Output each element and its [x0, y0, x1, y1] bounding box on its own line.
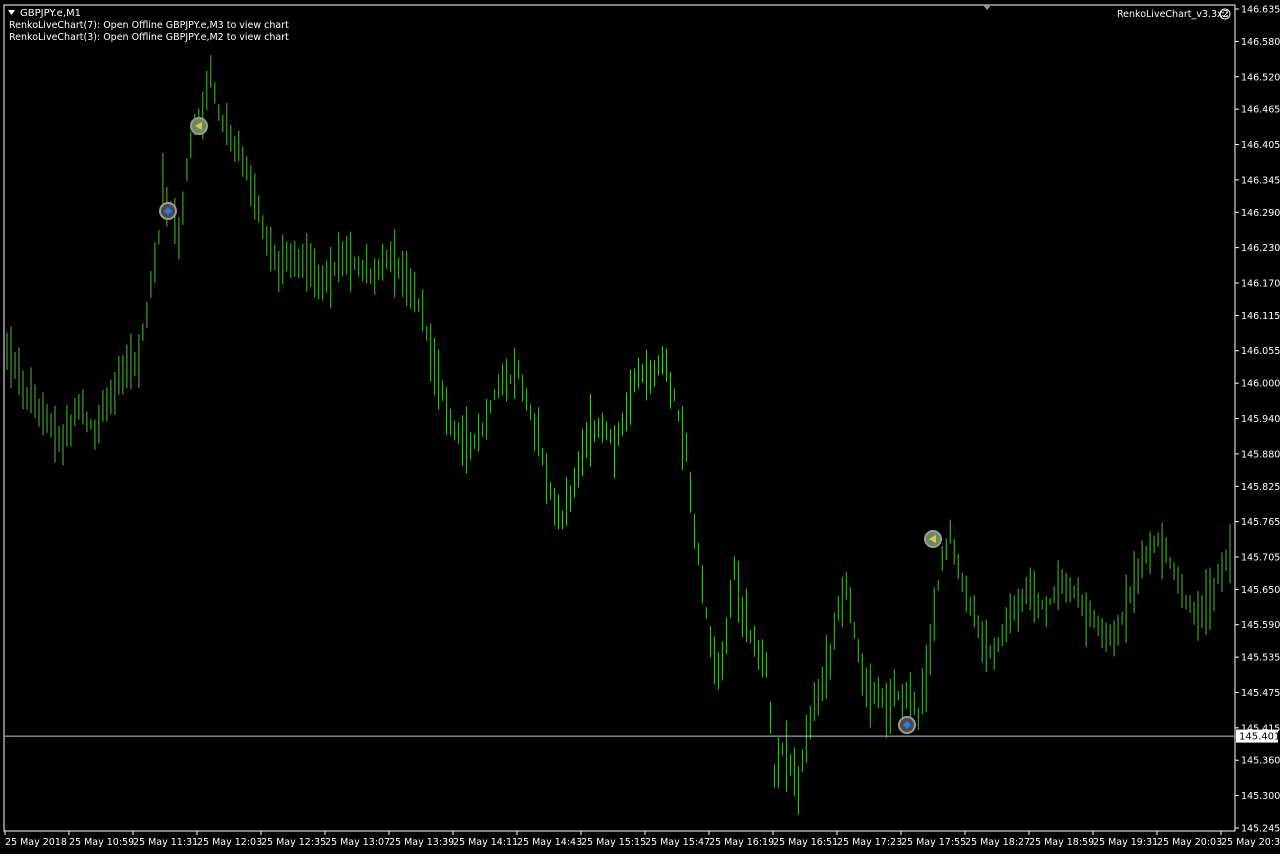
- y-tick-label: 146.465: [1241, 105, 1280, 116]
- y-tick-label: 145.590: [1241, 620, 1280, 631]
- x-tick-label: 25 May 15:47: [645, 837, 710, 848]
- y-tick-label: 145.705: [1241, 552, 1280, 563]
- x-tick-label: 25 May 20:03: [1157, 837, 1222, 848]
- x-tick-label: 25 May 2018: [5, 837, 67, 848]
- y-tick-label: 145.650: [1241, 585, 1280, 596]
- y-tick-label: 145.535: [1241, 653, 1280, 664]
- y-tick-label: 145.360: [1241, 756, 1280, 767]
- y-tick-label: 146.170: [1241, 278, 1280, 289]
- y-tick-label: 145.940: [1241, 414, 1280, 425]
- y-tick-label: 146.405: [1241, 140, 1280, 151]
- x-tick-label: 25 May 10:59: [69, 837, 134, 848]
- indicator-message-2: RenkoLiveChart(3): Open Offline GBPJPY.e…: [9, 32, 289, 43]
- current-price-label: 145.401: [1239, 732, 1280, 743]
- symbol-title: GBPJPY.e,M1: [20, 8, 81, 19]
- x-tick-label: 25 May 17:55: [901, 837, 966, 848]
- y-tick-label: 145.765: [1241, 517, 1280, 528]
- x-tick-label: 25 May 16:19: [709, 837, 774, 848]
- x-tick-label: 25 May 18:59: [1029, 837, 1094, 848]
- x-tick-label: 25 May 20:35: [1221, 837, 1280, 848]
- y-tick-label: 146.290: [1241, 208, 1280, 219]
- y-tick-label: 145.475: [1241, 688, 1280, 699]
- current-price-tag: 145.401: [1236, 729, 1280, 743]
- y-tick-label: 146.230: [1241, 243, 1280, 254]
- y-tick-label: 146.055: [1241, 346, 1280, 357]
- y-tick-label: 145.880: [1241, 449, 1280, 460]
- y-tick-label: 146.520: [1241, 72, 1280, 83]
- y-tick-label: 146.115: [1241, 311, 1280, 322]
- buy-arrow-icon[interactable]: [898, 716, 916, 734]
- y-tick-label: 146.345: [1241, 175, 1280, 186]
- indicator-message-1: RenkoLiveChart(7): Open Offline GBPJPY.e…: [9, 20, 289, 31]
- y-tick-label: 145.825: [1241, 482, 1280, 493]
- x-tick-label: 25 May 12:35: [261, 837, 326, 848]
- indicator-label-group: RenkoLiveChart_v3.3x2: [1117, 8, 1231, 20]
- x-tick-label: 25 May 13:39: [389, 837, 454, 848]
- x-tick-label: 25 May 18:27: [965, 837, 1030, 848]
- x-tick-label: 25 May 19:31: [1093, 837, 1158, 848]
- x-tick-label: 25 May 16:51: [773, 837, 838, 848]
- indicator-label: RenkoLiveChart_v3.3x2: [1117, 9, 1229, 20]
- price-chart[interactable]: 146.635 146.580 146.520 146.465 146.405 146.3…: [0, 0, 1280, 854]
- x-tick-label: 25 May 14:11: [453, 837, 518, 848]
- y-tick-label: 145.245: [1241, 824, 1280, 835]
- x-tick-label: 25 May 12:03: [197, 837, 262, 848]
- y-tick-label: 146.635: [1241, 5, 1280, 16]
- sell-arrow-icon[interactable]: [924, 530, 942, 548]
- x-tick-label: 25 May 11:31: [133, 837, 198, 848]
- y-tick-label: 146.580: [1241, 37, 1280, 48]
- sell-arrow-icon[interactable]: [190, 117, 208, 135]
- x-tick-label: 25 May 14:43: [517, 837, 582, 848]
- x-tick-label: 25 May 17:23: [837, 837, 902, 848]
- x-tick-label: 25 May 15:15: [581, 837, 646, 848]
- x-tick-label: 25 May 13:07: [325, 837, 390, 848]
- buy-arrow-icon[interactable]: [159, 202, 177, 220]
- y-tick-label: 145.300: [1241, 791, 1280, 802]
- y-tick-label: 146.000: [1241, 379, 1280, 390]
